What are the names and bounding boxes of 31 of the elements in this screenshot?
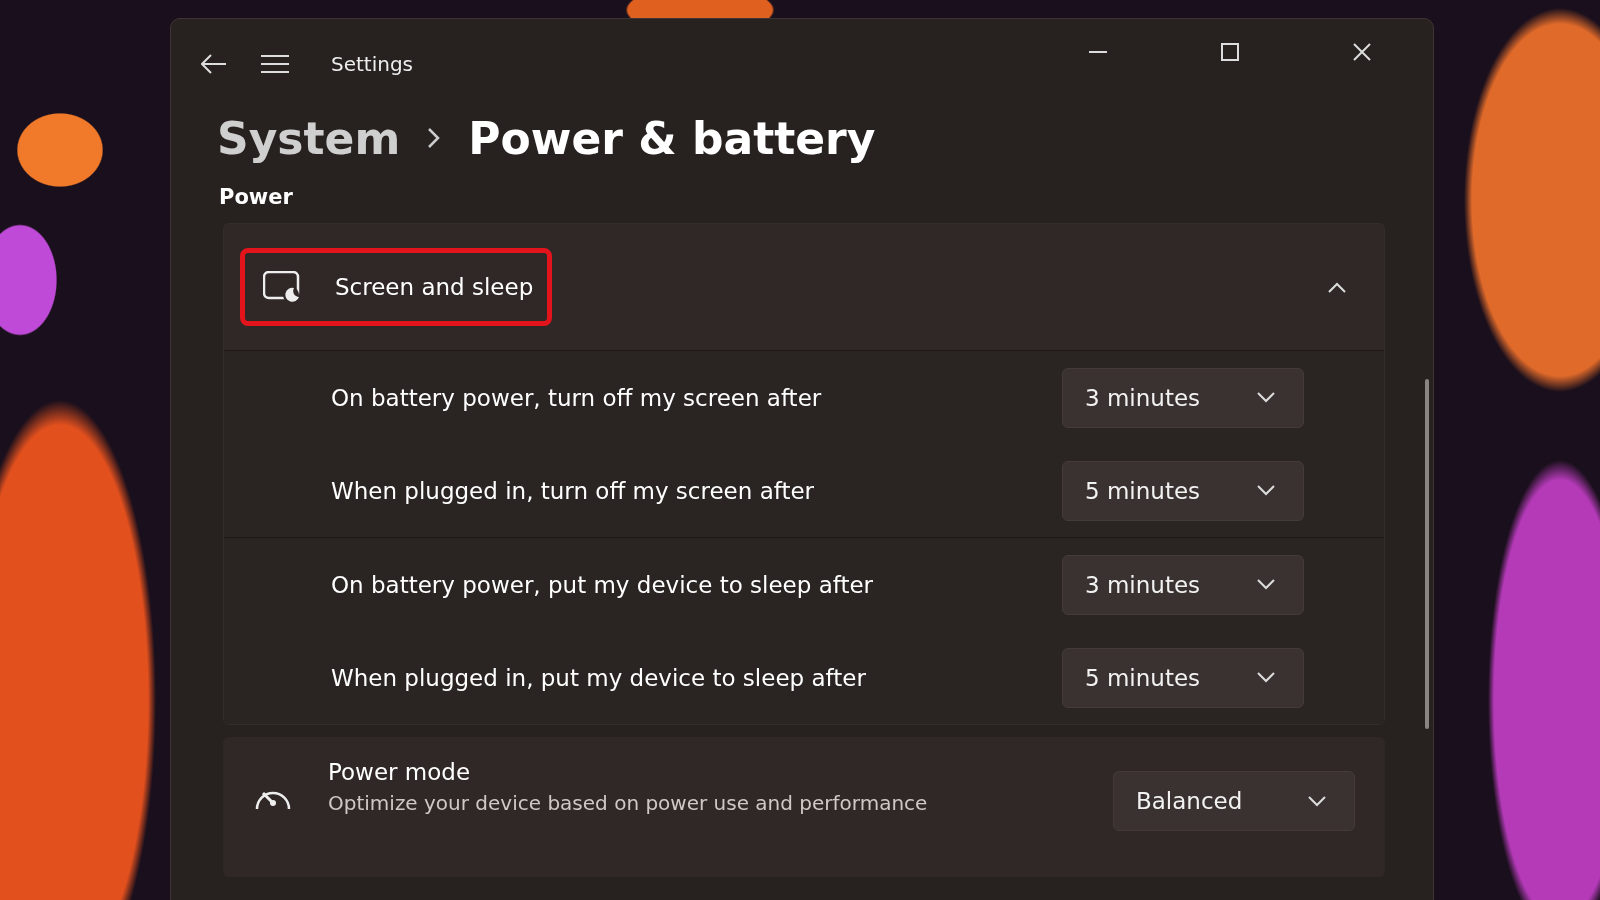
chevron-right-icon — [428, 128, 441, 148]
breadcrumb-item[interactable]: System — [217, 112, 401, 164]
breadcrumb-item: Power & battery — [468, 112, 876, 164]
chevron-up-icon — [1328, 281, 1346, 293]
screen-moon-icon — [263, 271, 301, 303]
setting-label: When plugged in, put my device to sleep after — [331, 664, 867, 691]
expander-title: Screen and sleep — [335, 274, 534, 300]
chevron-down-icon — [1257, 672, 1275, 683]
setting-label: On battery power, turn off my screen after — [331, 384, 823, 411]
close-icon — [1353, 43, 1371, 61]
dropdown[interactable]: 5 minutes — [1062, 460, 1304, 521]
setting-label: When plugged in, turn off my screen after — [331, 477, 816, 504]
section-heading: Power — [219, 185, 294, 209]
chevron-down-icon — [1257, 485, 1275, 496]
chevron-down-icon — [1257, 579, 1275, 590]
setting-description: Optimize your device based on power use and performance — [328, 791, 929, 815]
dropdown[interactable]: 5 minutes — [1062, 647, 1304, 708]
setting-label: On battery power, put my device to sleep after — [331, 571, 875, 598]
menu-icon[interactable] — [261, 54, 289, 74]
scrollbar[interactable] — [1425, 379, 1429, 729]
chevron-down-icon — [1257, 392, 1275, 403]
dropdown[interactable]: 3 minutes — [1062, 367, 1304, 428]
dropdown[interactable]: Balanced — [1113, 771, 1355, 831]
back-icon[interactable] — [201, 54, 227, 74]
chevron-down-icon — [1308, 795, 1326, 807]
window-title: Settings — [331, 52, 414, 76]
highlight-frame[interactable]: Screen and sleep — [240, 248, 553, 326]
setting-title: Power mode — [328, 759, 472, 785]
maximize-icon — [1221, 43, 1239, 61]
minimize-icon — [1089, 51, 1107, 53]
dropdown[interactable]: 3 minutes — [1062, 554, 1304, 615]
